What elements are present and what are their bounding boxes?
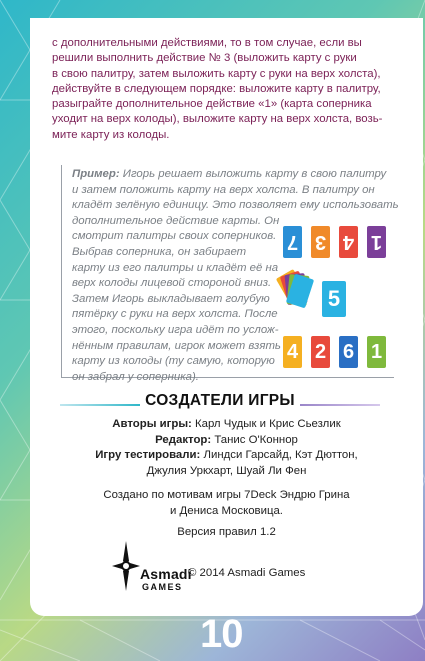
intro-line: разыграйте дополнительное действие «1» (… [52, 98, 372, 111]
version-text: Версия правил 1.2 [177, 526, 276, 538]
creators-heading: СОЗДАТЕЛИ ИГРЫ [60, 392, 380, 410]
intro-line: мите карту из колоды. [52, 128, 170, 141]
heading-rule-left [60, 404, 140, 406]
compass-star-icon [112, 541, 140, 591]
deck-icon [275, 269, 316, 310]
player-card: 4 [283, 336, 302, 368]
authors-value: Карл Чудык и Крис Сьезлик [191, 418, 341, 430]
based-line: Создано по мотивам игры 7Deck Эндрю Грин… [103, 489, 350, 501]
player-card: 1 [367, 336, 386, 368]
intro-line: уходит на верх колоды), выложите карту н… [52, 113, 383, 126]
example-line: пятёрку с руки на верх холста. После [72, 308, 278, 321]
example-line: Затем Игорь выкладывает голубую [72, 292, 270, 305]
logo-name: Asmadi [140, 566, 192, 582]
editor-label: Редактор: [155, 433, 212, 446]
intro-paragraph: с дополнительными действиями, то в том с… [52, 36, 402, 143]
example-line: Игорь решает выложить карту в свою палит… [119, 168, 387, 180]
player-card: 6 [339, 336, 358, 368]
testers-label: Игру тестировали: [95, 449, 201, 462]
intro-line: с дополнительными действиями, то в том с… [52, 37, 362, 49]
credits-block: Авторы игры: Карл Чудык и Крис Сьезлик Р… [30, 417, 423, 479]
example-line: верх колоды лицевой стороной вниз. [72, 277, 272, 290]
opponent-card: 1 [367, 226, 386, 258]
example-line-first: Пример: Игорь решает выложить карту в св… [72, 167, 399, 183]
example-line: он забрал у соперника). [72, 370, 199, 383]
page-number: 10 [200, 612, 243, 656]
based-line: и Дениса Московица. [170, 504, 283, 517]
example-label: Пример: [72, 168, 120, 180]
creators-title: СОЗДАТЕЛИ ИГРЫ [145, 392, 295, 409]
example-line: и затем положить карту на верх холста. В… [72, 183, 375, 196]
based-on-block: Создано по мотивам игры 7Deck Эндрю Грин… [30, 488, 423, 519]
testers-line: Игру тестировали: Линдси Гарсайд, Кэт Дю… [30, 448, 423, 464]
copyright: © 2014 Asmadi Games [188, 567, 306, 579]
heading-rule-right [300, 404, 380, 406]
testers-line-2: Джулия Уркхарт, Шуай Ли Фен [146, 464, 307, 477]
editor-line: Редактор: Танис О'Коннор [30, 433, 423, 449]
opponent-card: 3 [311, 226, 330, 258]
opponent-card: 4 [339, 226, 358, 258]
authors-label: Авторы игры: [112, 418, 192, 430]
logo-sub: GAMES [142, 582, 183, 592]
example-line: кладёт зелёную единицу. Это позволяет ем… [72, 199, 399, 212]
canvas-card: 5 [322, 281, 346, 317]
intro-line: решили выполнить действие № 3 (выложить … [52, 52, 357, 65]
testers-value: Линдси Гарсайд, Кэт Дюттон, [200, 449, 358, 462]
intro-line: действуйте в следующем порядке: выложите… [52, 82, 381, 95]
intro-line: в свою палитру, затем выложить карту с р… [52, 67, 381, 80]
example-line: карту из его палитры и кладёт её на [72, 261, 279, 274]
opponent-card: 7 [283, 226, 302, 258]
editor-value: Танис О'Коннор [211, 433, 298, 446]
authors-line: Авторы игры: Карл Чудык и Крис Сьезлик [30, 417, 423, 433]
player-card: 2 [311, 336, 330, 368]
